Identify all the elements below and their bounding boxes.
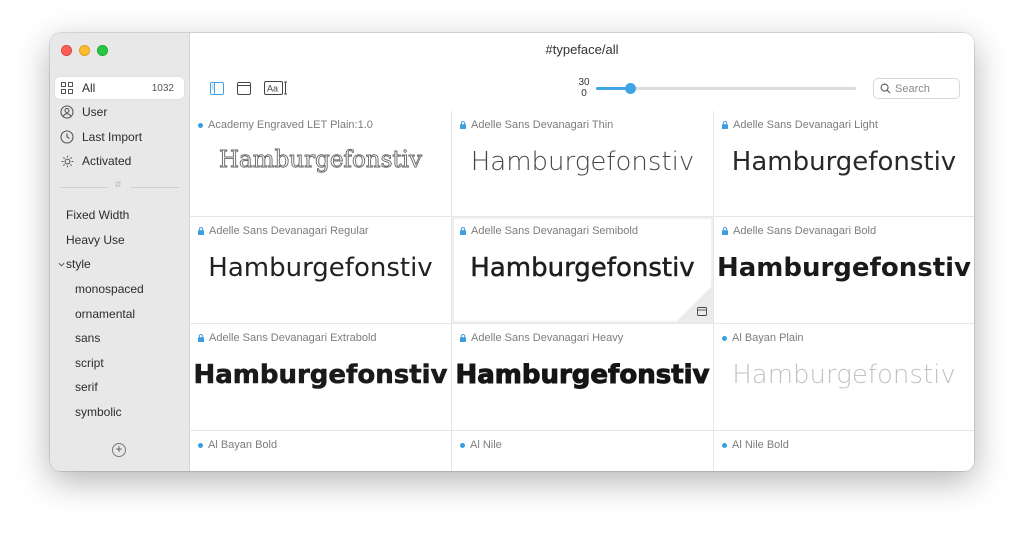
font-name: Al Bayan Bold [208, 439, 278, 451]
svg-text:Aa: Aa [267, 84, 278, 94]
window-controls [61, 45, 108, 56]
close-button[interactable] [61, 45, 72, 56]
main-area: #typeface/all Aa 30 0 Search Academy Eng… [190, 33, 974, 471]
chevron-down-icon[interactable] [58, 261, 65, 268]
clock-icon [58, 130, 76, 144]
text-size-icon: Aa [264, 81, 287, 95]
preview-icon[interactable] [697, 307, 707, 316]
installed-dot [460, 442, 465, 448]
app-window: All 1032 User Last Import Activated # Fi… [50, 33, 974, 471]
font-card[interactable]: Al Bayan Bold [190, 431, 452, 471]
search-placeholder: Search [895, 82, 930, 95]
sidebar-item-last-import[interactable]: Last Import [55, 126, 184, 148]
lock-icon [722, 121, 728, 129]
tag-group-label: style [66, 257, 91, 271]
installed-dot [198, 122, 203, 128]
toolbar: Aa 30 0 Search [190, 67, 974, 112]
sidebar-item-label: Activated [82, 154, 132, 168]
sidebar-item-label: Last Import [82, 130, 143, 144]
tag-symbolic[interactable]: symbolic [75, 405, 122, 419]
font-sample: Hamburgefonstiv [731, 147, 957, 177]
search-field[interactable]: Search [873, 78, 960, 99]
font-name: Al Nile [470, 439, 502, 451]
hash-symbol: # [115, 179, 122, 191]
font-sample: Hamburgefonstiv [470, 253, 695, 284]
font-sample: Hamburgefonstiv [455, 360, 710, 391]
window-title: #typeface/all [545, 42, 619, 57]
slider-max-label: 30 [578, 77, 590, 88]
preview-pane-button[interactable] [237, 80, 251, 96]
font-card[interactable]: Al Nile Bold [714, 431, 974, 471]
font-card[interactable]: Adelle Sans Devanagari Regular Hamburgef… [190, 217, 452, 324]
toggle-sidebar-button[interactable] [210, 80, 224, 96]
installed-dot [722, 442, 727, 448]
sidebar-divider: # [60, 179, 179, 192]
sidebar-item-activated[interactable]: Activated [55, 150, 184, 172]
font-card[interactable]: Adelle Sans Devanagari Heavy Hamburgefon… [452, 324, 714, 431]
font-card[interactable]: Adelle Sans Devanagari Thin Hamburgefons… [452, 111, 714, 217]
font-card[interactable]: Adelle Sans Devanagari Bold Hamburgefons… [714, 217, 974, 324]
sun-icon [58, 155, 76, 168]
font-preview-button[interactable]: Aa [264, 80, 288, 96]
font-name: Adelle Sans Devanagari Regular [209, 225, 369, 237]
font-sample: Hamburgefonstiv [716, 253, 972, 283]
font-name: Al Bayan Plain [732, 332, 804, 344]
grid-icon [58, 82, 76, 94]
minimize-button[interactable] [79, 45, 90, 56]
slider-knob[interactable] [624, 83, 636, 94]
font-card[interactable]: Al Bayan Plain Hamburgefonstiv [714, 324, 974, 431]
font-name: Adelle Sans Devanagari Semibold [471, 225, 638, 237]
size-slider[interactable] [596, 83, 856, 94]
sidebar-item-all[interactable]: All 1032 [55, 77, 184, 99]
item-count: 1032 [151, 82, 174, 94]
tag-heavy-use[interactable]: Heavy Use [66, 233, 125, 247]
user-icon [58, 105, 76, 119]
font-name: Adelle Sans Devanagari Extrabold [209, 332, 377, 344]
lock-icon [460, 227, 466, 235]
font-name: Adelle Sans Devanagari Thin [471, 119, 614, 131]
card-corner-fold [675, 285, 713, 323]
tag-ornamental[interactable]: ornamental [75, 307, 135, 321]
font-name: Al Nile Bold [732, 439, 789, 451]
lock-icon [722, 227, 728, 235]
tag-fixed-width[interactable]: Fixed Width [66, 208, 129, 222]
tag-sans[interactable]: sans [75, 331, 100, 345]
font-sample: Hamburgefonstiv [732, 360, 956, 390]
lock-icon [460, 334, 466, 342]
font-grid: Academy Engraved LET Plain:1.0 Hamburgef… [190, 111, 974, 471]
sidebar: All 1032 User Last Import Activated # Fi… [50, 33, 190, 471]
font-name: Academy Engraved LET Plain:1.0 [208, 119, 373, 131]
sidebar-item-user[interactable]: User [55, 101, 184, 123]
sidebar-item-label: User [82, 105, 108, 119]
slider-min-label: 0 [581, 88, 587, 99]
tag-monospaced[interactable]: monospaced [75, 282, 144, 296]
zoom-button[interactable] [97, 45, 108, 56]
font-card[interactable]: Al Nile [452, 431, 714, 471]
lock-icon [198, 334, 204, 342]
font-name: Adelle Sans Devanagari Light [733, 119, 878, 131]
font-sample: Hamburgefonstiv [470, 147, 695, 177]
lock-icon [198, 227, 204, 235]
font-sample: Hamburgefonstiv [208, 253, 433, 283]
tag-script[interactable]: script [75, 356, 104, 370]
add-collection-button[interactable]: + [112, 443, 126, 457]
font-name: Adelle Sans Devanagari Heavy [471, 332, 624, 344]
font-name: Adelle Sans Devanagari Bold [733, 225, 877, 237]
lock-icon [460, 121, 466, 129]
sidebar-item-label: All [82, 81, 96, 95]
installed-dot [722, 335, 727, 341]
font-sample: Hamburgefonstiv [193, 360, 448, 391]
tag-serif[interactable]: serif [75, 380, 98, 394]
installed-dot [198, 442, 203, 448]
search-icon [880, 83, 891, 94]
font-sample: Hamburgefonstiv [218, 147, 423, 174]
sidebar-icon [210, 81, 224, 95]
window-icon [237, 81, 251, 95]
tag-group-style[interactable]: style [58, 257, 91, 271]
font-card[interactable]: Adelle Sans Devanagari Extrabold Hamburg… [190, 324, 452, 431]
font-card[interactable]: Academy Engraved LET Plain:1.0 Hamburgef… [190, 111, 452, 217]
font-card-hovered[interactable]: Adelle Sans Devanagari Semibold Hamburge… [452, 217, 714, 324]
plus-icon: + [115, 442, 123, 456]
font-card[interactable]: Adelle Sans Devanagari Light Hamburgefon… [714, 111, 974, 217]
